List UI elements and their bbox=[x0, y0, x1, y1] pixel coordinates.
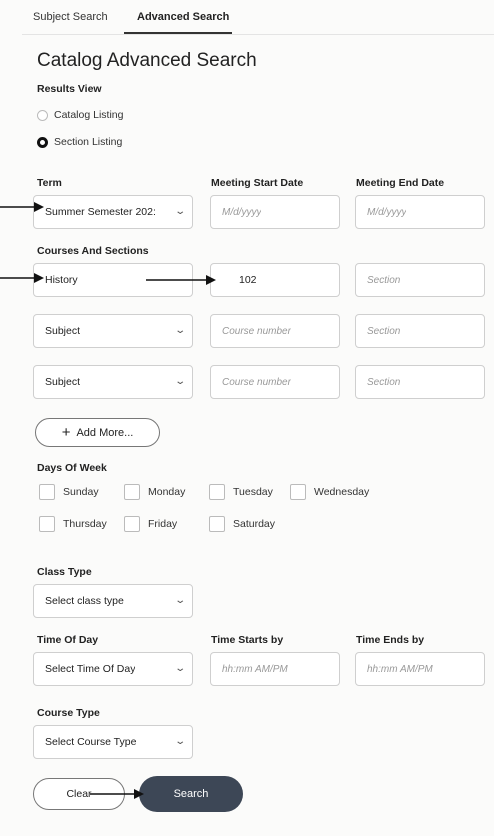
course-type-label: Course Type bbox=[37, 707, 100, 719]
term-value: Summer Semester 202: bbox=[45, 206, 156, 218]
time-starts-by-label: Time Starts by bbox=[211, 634, 284, 646]
time-of-day-value: Select Time Of Day bbox=[45, 663, 136, 675]
chevron-down-icon: ⌄ bbox=[173, 595, 186, 606]
radio-label: Section Listing bbox=[54, 136, 123, 148]
term-label: Term bbox=[37, 177, 62, 189]
meeting-start-date-input[interactable]: M/d/yyyy bbox=[210, 195, 340, 229]
arrow-right-icon bbox=[0, 202, 44, 212]
chevron-down-icon: ⌄ bbox=[173, 206, 186, 217]
course-type-value: Select Course Type bbox=[45, 736, 137, 748]
time-of-day-select[interactable]: Select Time Of Day ⌄ bbox=[33, 652, 193, 686]
checkbox-wednesday[interactable]: Wednesday bbox=[290, 484, 369, 500]
meeting-end-date-label: Meeting End Date bbox=[356, 177, 445, 189]
chevron-down-icon: ⌄ bbox=[173, 663, 186, 674]
checkbox-box bbox=[124, 516, 140, 532]
radio-label: Catalog Listing bbox=[54, 109, 124, 121]
chevron-down-icon: ⌄ bbox=[173, 325, 186, 336]
search-label: Search bbox=[173, 788, 209, 800]
day-label: Monday bbox=[148, 486, 186, 498]
courses-and-sections-label: Courses And Sections bbox=[37, 245, 149, 257]
radio-checked-icon bbox=[37, 136, 48, 148]
arrow-right-icon bbox=[146, 275, 216, 285]
section-input-3[interactable]: Section bbox=[355, 365, 485, 399]
add-more-button[interactable]: + Add More... bbox=[35, 418, 160, 447]
checkbox-box bbox=[209, 516, 225, 532]
subject-select-2[interactable]: Subject ⌄ bbox=[33, 314, 193, 348]
course-number-value: 102 bbox=[239, 274, 257, 286]
section-placeholder: Section bbox=[367, 274, 401, 286]
section-input-1[interactable]: Section bbox=[355, 263, 485, 297]
time-starts-by-input[interactable]: hh:mm AM/PM bbox=[210, 652, 340, 686]
checkbox-box bbox=[124, 484, 140, 500]
course-type-select[interactable]: Select Course Type ⌄ bbox=[33, 725, 193, 759]
add-more-label: Add More... bbox=[76, 426, 134, 439]
plus-icon: + bbox=[61, 424, 71, 441]
checkbox-friday[interactable]: Friday bbox=[124, 516, 177, 532]
time-starts-by-placeholder: hh:mm AM/PM bbox=[222, 663, 288, 675]
checkbox-box bbox=[290, 484, 306, 500]
chevron-down-icon: ⌄ bbox=[173, 376, 186, 387]
course-number-input-1[interactable]: 102 bbox=[210, 263, 340, 297]
day-label: Saturday bbox=[233, 518, 276, 530]
checkbox-thursday[interactable]: Thursday bbox=[39, 516, 107, 532]
checkbox-box bbox=[39, 484, 55, 500]
subject-select-3[interactable]: Subject ⌄ bbox=[33, 365, 193, 399]
day-label: Thursday bbox=[63, 518, 107, 530]
section-placeholder: Section bbox=[367, 376, 401, 388]
tab-bar-divider bbox=[22, 34, 494, 35]
radio-catalog-listing[interactable]: Catalog Listing bbox=[37, 109, 123, 121]
subject-value: Subject bbox=[45, 376, 81, 388]
search-button[interactable]: Search bbox=[139, 776, 243, 812]
meeting-start-date-label: Meeting Start Date bbox=[211, 177, 304, 189]
checkbox-tuesday[interactable]: Tuesday bbox=[209, 484, 273, 500]
radio-unchecked-icon bbox=[37, 109, 48, 121]
checkbox-sunday[interactable]: Sunday bbox=[39, 484, 99, 500]
radio-section-listing[interactable]: Section Listing bbox=[37, 136, 122, 148]
class-type-label: Class Type bbox=[37, 566, 92, 578]
course-number-input-2[interactable]: Course number bbox=[210, 314, 340, 348]
checkbox-box bbox=[39, 516, 55, 532]
day-label: Friday bbox=[148, 518, 178, 530]
course-number-placeholder: Course number bbox=[222, 325, 291, 337]
meeting-end-date-input[interactable]: M/d/yyyy bbox=[355, 195, 485, 229]
arrow-right-icon bbox=[0, 273, 44, 283]
day-label: Sunday bbox=[63, 486, 99, 498]
subject-value: History bbox=[45, 274, 78, 286]
page-title: Catalog Advanced Search bbox=[37, 50, 257, 71]
checkbox-saturday[interactable]: Saturday bbox=[209, 516, 275, 532]
course-number-placeholder: Course number bbox=[222, 376, 291, 388]
time-ends-by-label: Time Ends by bbox=[356, 634, 425, 646]
chevron-down-icon: ⌄ bbox=[173, 736, 186, 747]
days-of-week-label: Days Of Week bbox=[37, 462, 107, 474]
tab-subject-search[interactable]: Subject Search bbox=[33, 11, 108, 23]
day-label: Wednesday bbox=[314, 486, 370, 498]
term-select[interactable]: Summer Semester 202: ⌄ bbox=[33, 195, 193, 229]
time-ends-by-input[interactable]: hh:mm AM/PM bbox=[355, 652, 485, 686]
results-view-label: Results View bbox=[37, 83, 102, 95]
time-ends-by-placeholder: hh:mm AM/PM bbox=[367, 663, 433, 675]
clear-label: Clear bbox=[66, 788, 92, 800]
section-input-2[interactable]: Section bbox=[355, 314, 485, 348]
day-label: Tuesday bbox=[233, 486, 273, 498]
class-type-value: Select class type bbox=[45, 595, 124, 607]
arrow-right-icon bbox=[90, 789, 144, 799]
time-of-day-label: Time Of Day bbox=[37, 634, 99, 646]
meeting-start-date-placeholder: M/d/yyyy bbox=[222, 206, 262, 218]
tab-advanced-search[interactable]: Advanced Search bbox=[137, 11, 229, 23]
course-number-input-3[interactable]: Course number bbox=[210, 365, 340, 399]
section-placeholder: Section bbox=[367, 325, 401, 337]
checkbox-box bbox=[209, 484, 225, 500]
class-type-select[interactable]: Select class type ⌄ bbox=[33, 584, 193, 618]
active-tab-indicator bbox=[124, 32, 232, 34]
checkbox-monday[interactable]: Monday bbox=[124, 484, 185, 500]
meeting-end-date-placeholder: M/d/yyyy bbox=[367, 206, 407, 218]
subject-value: Subject bbox=[45, 325, 81, 337]
